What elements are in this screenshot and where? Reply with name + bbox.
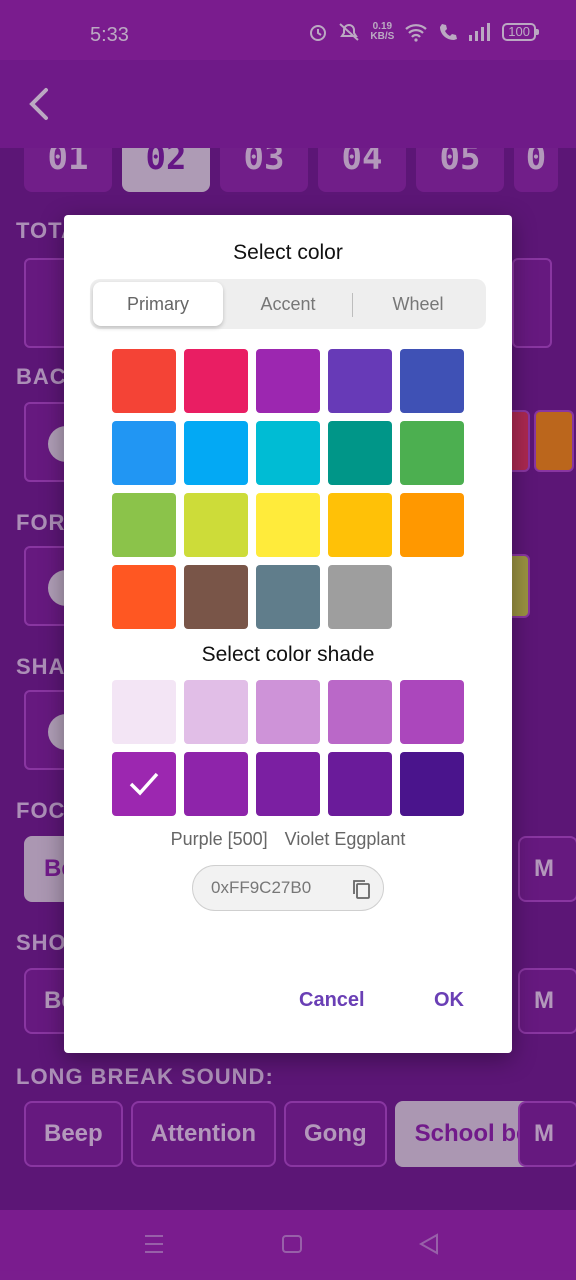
color-swatch[interactable] (328, 349, 392, 413)
shade-grid (112, 680, 464, 816)
color-swatch[interactable] (400, 493, 464, 557)
tab-wheel[interactable]: Wheel (353, 282, 483, 326)
dialog-title: Select color (233, 241, 343, 264)
tab-accent[interactable]: Accent (223, 282, 353, 326)
color-swatch[interactable] (184, 565, 248, 629)
shade-swatch[interactable] (328, 752, 392, 816)
shade-swatch[interactable] (256, 680, 320, 744)
check-icon (129, 772, 159, 796)
shade-swatch[interactable] (184, 752, 248, 816)
color-swatch[interactable] (256, 421, 320, 485)
shade-swatch[interactable] (400, 752, 464, 816)
color-swatch[interactable] (184, 421, 248, 485)
color-swatch[interactable] (184, 349, 248, 413)
color-swatch[interactable] (328, 565, 392, 629)
hex-value: 0xFF9C27B0 (211, 878, 312, 897)
color-swatch[interactable] (400, 421, 464, 485)
cancel-button[interactable]: Cancel (299, 989, 365, 1012)
hex-code-field[interactable]: 0xFF9C27B0 (192, 865, 384, 911)
color-picker-dialog: Select color Primary Accent Wheel Select… (64, 215, 512, 1053)
color-swatch[interactable] (112, 421, 176, 485)
copy-icon[interactable] (351, 878, 371, 900)
shade-swatch[interactable] (112, 680, 176, 744)
shade-swatch[interactable] (184, 680, 248, 744)
color-swatch[interactable] (400, 349, 464, 413)
color-swatch[interactable] (328, 493, 392, 557)
color-name: Purple [500] (170, 829, 268, 849)
color-alias: Violet Eggplant (284, 829, 406, 849)
color-swatch[interactable] (328, 421, 392, 485)
tab-primary[interactable]: Primary (93, 282, 223, 326)
shade-swatch[interactable] (400, 680, 464, 744)
color-swatch[interactable] (256, 349, 320, 413)
color-mode-tabs: Primary Accent Wheel (90, 279, 486, 329)
color-swatch[interactable] (256, 565, 320, 629)
color-swatch[interactable] (256, 493, 320, 557)
shade-swatch[interactable] (328, 680, 392, 744)
ok-button[interactable]: OK (434, 989, 464, 1012)
color-swatch[interactable] (112, 349, 176, 413)
color-swatch[interactable] (112, 493, 176, 557)
primary-color-grid (112, 349, 464, 629)
color-swatch[interactable] (184, 493, 248, 557)
shade-title: Select color shade (201, 643, 375, 666)
shade-swatch[interactable] (256, 752, 320, 816)
shade-swatch-selected[interactable] (112, 752, 176, 816)
color-name-line: Purple [500] Violet Eggplant (64, 829, 512, 850)
color-swatch[interactable] (112, 565, 176, 629)
